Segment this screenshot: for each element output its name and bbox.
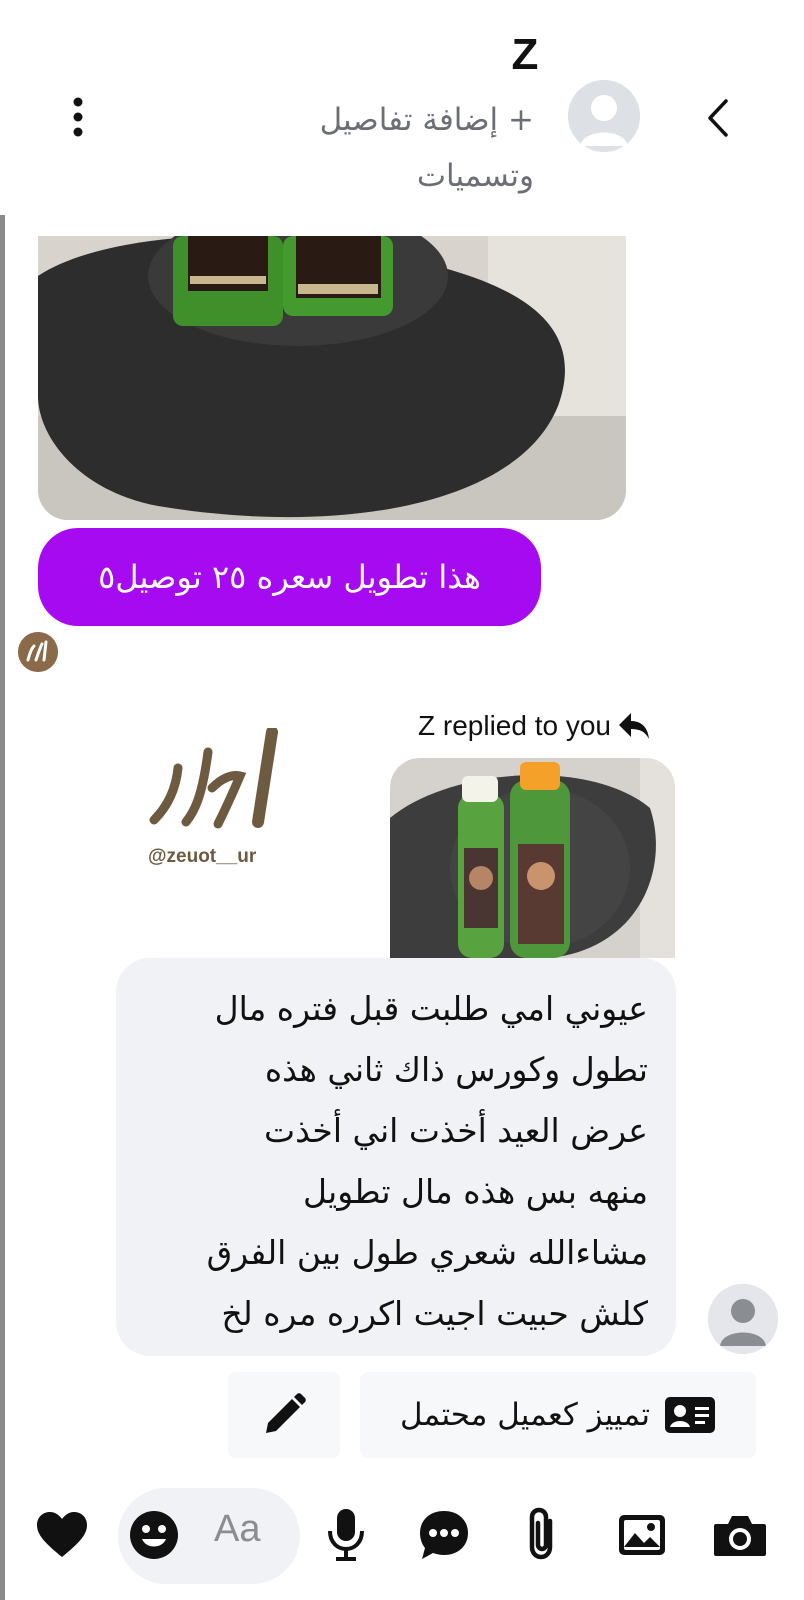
heart-icon (37, 1512, 87, 1557)
vertical-dots-icon (73, 97, 83, 137)
message-line: مشاءالله شعري طول بين الفرق (206, 1233, 648, 1272)
mark-customer-label: تمييز كعميل محتمل (400, 1397, 650, 1433)
replied-product-photo (390, 758, 675, 958)
sent-message-bubble[interactable]: هذا تطويل سعره ٢٥ توصيل٥ (38, 528, 541, 626)
back-button[interactable] (700, 95, 740, 141)
message-line: عيوني امي طلبت قبل فتره مال (214, 989, 648, 1028)
seen-avatar (18, 632, 58, 672)
received-message-bubble[interactable]: عيوني امي طلبت قبل فتره مال تطول وكورس ذ… (116, 958, 676, 1356)
message-line: كلش حبيت اجيت اكرره مره لخ (221, 1294, 648, 1333)
default-avatar-icon (568, 80, 640, 152)
image-icon (619, 1515, 665, 1555)
edit-notes-button[interactable] (228, 1372, 340, 1458)
reply-arrow-icon (619, 713, 649, 739)
brand-handle: @zeuot__ur (148, 846, 257, 867)
chevron-left-icon (708, 99, 728, 137)
message-line: منهه بس هذه مال تطويل (303, 1172, 648, 1211)
attachment-button[interactable] (512, 1490, 572, 1580)
like-button[interactable] (32, 1490, 92, 1580)
add-details-line1: + إضافة تفاصيل (319, 102, 534, 138)
mark-potential-customer-button[interactable]: تمييز كعميل محتمل (360, 1372, 756, 1458)
contact-avatar[interactable] (568, 80, 640, 152)
emoji-icon (130, 1511, 178, 1559)
composer-bar (0, 1490, 804, 1600)
message-line: عرض العيد أخذت اني أخذت (264, 1111, 648, 1150)
left-edge-border (0, 0, 5, 1600)
replied-photo[interactable] (390, 758, 675, 958)
replied-to-you-label: Z replied to you (385, 706, 651, 746)
contact-name[interactable]: Z (0, 30, 804, 80)
brand-calligraphy-logo (149, 726, 278, 829)
add-details-link[interactable]: + إضافة تفاصيل وتسميات (254, 92, 534, 204)
chat-icon (420, 1511, 468, 1559)
camera-button[interactable] (710, 1490, 770, 1580)
more-options-button[interactable] (66, 96, 90, 138)
contact-card-icon (664, 1397, 715, 1433)
default-avatar-icon (708, 1284, 778, 1354)
pencil-icon (266, 1393, 306, 1433)
gallery-button[interactable] (612, 1490, 672, 1580)
attachment-icon (529, 1507, 553, 1560)
camera-icon (714, 1516, 766, 1556)
microphone-icon (328, 1509, 364, 1561)
message-line: تطول وكورس ذاك ثاني هذه (264, 1050, 648, 1089)
emoji-button[interactable] (124, 1490, 184, 1580)
brand-logo-small-icon (18, 632, 58, 672)
replied-text: Z replied to you (418, 710, 611, 741)
voice-button[interactable] (316, 1490, 376, 1580)
product-photo (38, 236, 626, 520)
product-photo-message[interactable] (38, 236, 626, 520)
add-details-line2: وتسميات (416, 158, 534, 194)
sender-avatar[interactable] (708, 1284, 778, 1354)
chat-button[interactable] (414, 1490, 474, 1580)
conversation-header: Z + إضافة تفاصيل وتسميات (0, 0, 804, 215)
